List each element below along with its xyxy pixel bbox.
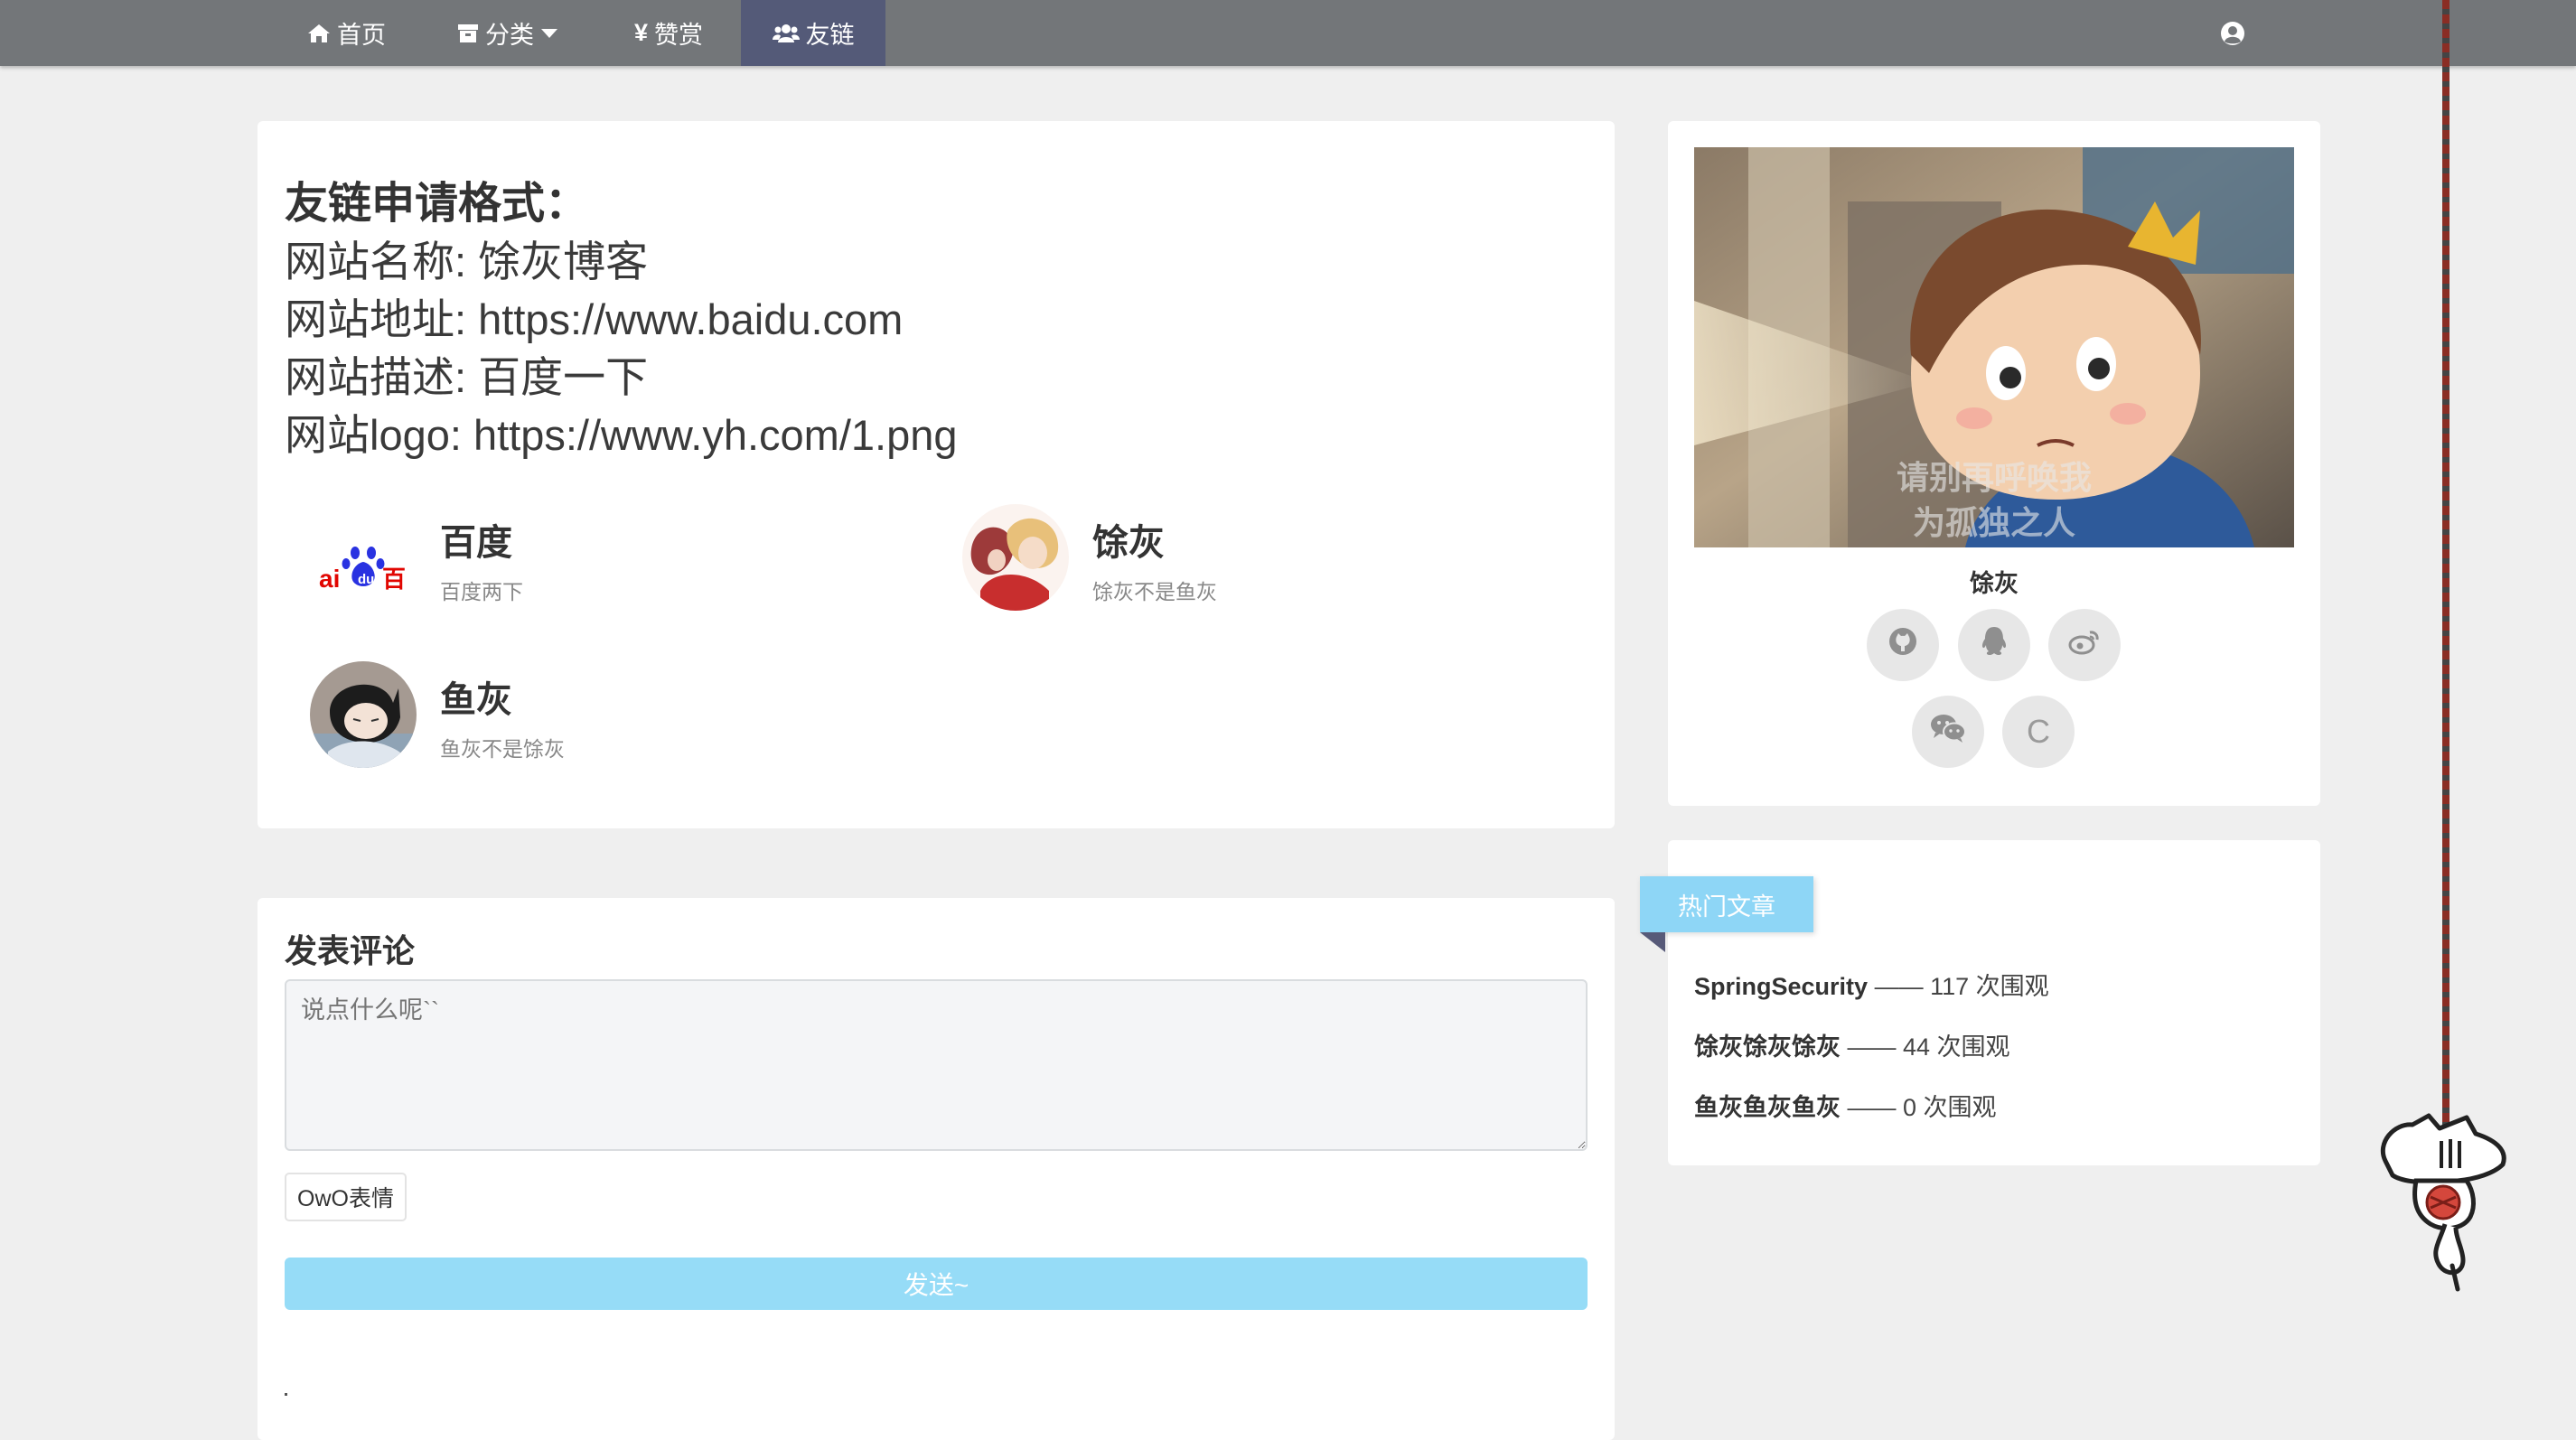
format-line-url: 网站地址: https://www.baidu.com (285, 295, 904, 343)
comment-input[interactable] (285, 979, 1588, 1151)
weibo-icon (2068, 626, 2101, 664)
format-title: 友链申请格式： (285, 180, 589, 228)
archive-icon (457, 23, 479, 44)
user-circle-icon (2220, 21, 2245, 46)
hot-post-item[interactable]: 鱼灰鱼灰鱼灰 —— 0 次围观 (1694, 1088, 2049, 1148)
nav-home[interactable]: 首页 (307, 0, 386, 66)
qq-link[interactable] (1958, 609, 2030, 681)
nav-reward[interactable]: ¥ 赞赏 (634, 0, 703, 66)
back-to-top-cat-icon[interactable] (2376, 1107, 2512, 1301)
friend-link-name: 百度 (440, 523, 512, 563)
profile-banner-image: 请别再呼唤我 为孤独之人 (1694, 147, 2294, 547)
format-line-name: 网站名称: 馀灰博客 (285, 238, 649, 285)
github-icon (1888, 626, 1918, 665)
friend-link-format: 友链申请格式： 网站名称: 馀灰博客 网站地址: https://www.bai… (285, 175, 958, 464)
back-to-top-rope[interactable] (2442, 0, 2450, 1143)
hot-posts-list: SpringSecurity —— 117 次围观 馀灰馀灰馀灰 —— 44 次… (1694, 967, 2049, 1148)
csdn-link[interactable]: C (2002, 696, 2075, 768)
nav-friends[interactable]: 友链 (741, 0, 885, 66)
weibo-link[interactable] (2048, 609, 2121, 681)
yen-icon: ¥ (634, 19, 649, 46)
wechat-icon (1930, 713, 1966, 752)
hot-post-views: —— 117 次围观 (1874, 973, 2049, 1000)
hot-post-item[interactable]: 馀灰馀灰馀灰 —— 44 次围观 (1694, 1027, 2049, 1088)
hot-posts-ribbon: 热门文章 (1640, 876, 1813, 932)
xuhui-avatar (962, 504, 1069, 611)
svg-text:请别再呼唤我: 请别再呼唤我 (1897, 460, 2092, 497)
users-icon (772, 23, 800, 44)
friend-link-desc: 鱼灰不是馀灰 (440, 737, 565, 761)
format-line-desc: 网站描述: 百度一下 (285, 353, 649, 401)
ribbon-fold (1640, 932, 1665, 952)
friend-link-name: 馀灰 (1092, 523, 1165, 563)
svg-text:百: 百 (382, 566, 406, 594)
hot-post-item[interactable]: SpringSecurity —— 117 次围观 (1694, 967, 2049, 1027)
nav-category[interactable]: 分类 (457, 0, 558, 66)
hot-post-views: —— 44 次围观 (1847, 1033, 2010, 1061)
comment-divider (285, 1393, 287, 1396)
friend-link-desc: 百度两下 (440, 580, 523, 603)
profile-card: 请别再呼唤我 为孤独之人 馀灰 C (1668, 121, 2320, 806)
comment-title: 发表评论 (285, 932, 416, 969)
nav-category-label: 分类 (485, 22, 534, 49)
nav-friends-label: 友链 (805, 22, 855, 49)
profile-name: 馀灰 (1970, 570, 2019, 597)
wechat-link[interactable] (1912, 696, 1984, 768)
nav-reward-label: 赞赏 (654, 22, 704, 49)
friend-link-desc: 馀灰不是鱼灰 (1092, 580, 1217, 603)
home-icon (307, 23, 331, 44)
github-link[interactable] (1867, 609, 1939, 681)
hot-post-views: —— 0 次围观 (1847, 1094, 1997, 1121)
friend-link-name: 鱼灰 (440, 680, 512, 720)
friend-links-card: 友链申请格式： 网站名称: 馀灰博客 网站地址: https://www.bai… (258, 121, 1615, 828)
svg-text:du: du (358, 572, 374, 587)
comment-card: 发表评论 OwO表情 发送~ (258, 898, 1615, 1440)
user-menu[interactable] (2219, 0, 2246, 66)
baidu-logo: ai du 百 (310, 504, 417, 611)
format-line-logo: 网站logo: https://www.yh.com/1.png (285, 411, 958, 459)
top-nav: 首页 分类 ¥ 赞赏 友链 (0, 0, 2576, 66)
svg-text:ai: ai (319, 565, 340, 593)
yuhui-avatar (310, 661, 417, 768)
hot-post-title: 馀灰馀灰馀灰 (1694, 1033, 1841, 1061)
qq-icon (1979, 625, 2009, 666)
hot-post-title: 鱼灰鱼灰鱼灰 (1694, 1094, 1841, 1121)
csdn-icon: C (2027, 713, 2050, 750)
nav-home-label: 首页 (337, 22, 386, 49)
emoji-button[interactable]: OwO表情 (285, 1173, 407, 1221)
caret-down-icon (540, 28, 558, 39)
send-button[interactable]: 发送~ (285, 1258, 1588, 1310)
hot-post-title: SpringSecurity (1694, 973, 1869, 1000)
svg-text:为孤独之人: 为孤独之人 (1913, 505, 2075, 542)
